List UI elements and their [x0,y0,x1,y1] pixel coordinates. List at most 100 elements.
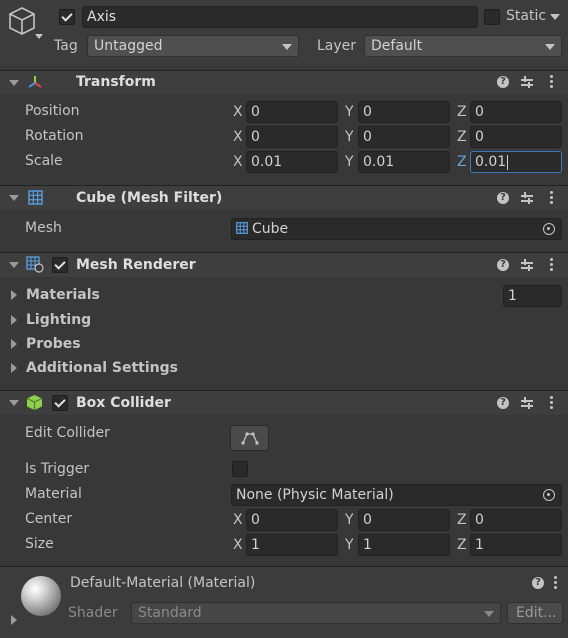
position-y-axis-label[interactable]: Y [345,104,354,120]
position-x-field[interactable]: 0 [246,101,338,123]
center-y-axis-label[interactable]: Y [345,512,354,528]
rotation-x-axis-label[interactable]: X [233,129,243,145]
rotation-y-axis-label[interactable]: Y [345,129,354,145]
kebab-menu-icon[interactable] [550,396,553,411]
center-z-axis-label[interactable]: Z [457,512,467,528]
scale-x-axis-label[interactable]: X [233,154,243,170]
presets-icon[interactable] [521,259,533,271]
rotation-y-field[interactable]: 0 [358,126,450,148]
shader-dropdown[interactable]: Standard [131,602,501,624]
size-x-axis-label[interactable]: X [233,537,243,553]
tag-dropdown[interactable]: Untagged [87,35,299,57]
collider-material-field[interactable]: None (Physic Material) [231,484,562,506]
transform-title: Transform [76,74,156,90]
position-z-field[interactable]: 0 [470,101,562,123]
box-collider-title: Box Collider [76,395,171,411]
kebab-menu-icon[interactable] [550,258,553,273]
help-icon[interactable]: ? [497,259,509,271]
static-label[interactable]: Static [506,8,546,24]
active-toggle[interactable] [59,9,75,25]
center-x-axis-label[interactable]: X [233,512,243,528]
layer-label: Layer [317,38,357,54]
is-trigger-checkbox[interactable] [232,461,248,477]
edit-collider-button[interactable] [230,425,269,451]
size-y-field[interactable]: 1 [358,534,450,556]
static-dropdown-arrow-icon[interactable] [550,14,560,20]
material-preview-sphere [21,576,61,616]
rotation-z-field[interactable]: 0 [470,126,562,148]
kebab-menu-icon[interactable] [554,576,557,591]
presets-icon[interactable] [521,192,533,204]
position-z-axis-label[interactable]: Z [457,104,467,120]
rotation-x-field[interactable]: 0 [246,126,338,148]
size-x-field[interactable]: 1 [246,534,338,556]
size-y-axis-label[interactable]: Y [345,537,354,553]
center-y-field[interactable]: 0 [358,509,450,531]
probes-section[interactable]: Probes [26,336,81,352]
transform-axis-icon [28,76,42,88]
center-z-field[interactable]: 0 [470,509,562,531]
rotation-label: Rotation [25,128,84,144]
mesh-label: Mesh [25,220,62,236]
center-x-field[interactable]: 0 [246,509,338,531]
center-label: Center [25,511,73,527]
mesh-renderer-fold-icon[interactable] [9,262,19,268]
presets-icon[interactable] [521,76,533,88]
chevron-down-icon [282,44,292,50]
object-picker-icon[interactable] [543,489,555,501]
additional-settings-fold-icon[interactable] [11,363,17,373]
position-y-field[interactable]: 0 [358,101,450,123]
transform-fold-icon[interactable] [9,80,19,86]
chevron-down-icon [545,44,555,50]
materials-section[interactable]: Materials [26,287,100,303]
tag-label: Tag [54,38,78,54]
static-toggle[interactable] [484,9,500,25]
icon-dropdown-arrow-icon[interactable] [35,34,43,39]
box-collider-enabled-toggle[interactable] [52,395,68,411]
help-icon[interactable]: ? [497,192,509,204]
mesh-value: Cube [252,221,289,237]
text-caret [507,154,509,170]
box-collider-fold-icon[interactable] [9,400,19,406]
is-trigger-label: Is Trigger [25,461,90,477]
object-name-field[interactable]: Axis [82,6,478,28]
scale-y-field[interactable]: 0.01 [358,151,450,173]
additional-settings-section[interactable]: Additional Settings [26,360,178,376]
scale-x-field[interactable]: 0.01 [246,151,338,173]
scale-z-field[interactable]: 0.01 [470,151,562,173]
mesh-object-field[interactable]: Cube [231,218,562,240]
probes-fold-icon[interactable] [11,339,17,349]
material-fold-icon[interactable] [11,615,17,625]
collider-material-label: Material [25,486,82,502]
mesh-filter-fold-icon[interactable] [9,195,19,201]
mesh-filter-title: Cube (Mesh Filter) [76,190,223,206]
layer-value: Default [371,38,423,54]
position-x-axis-label[interactable]: X [233,104,243,120]
size-z-field[interactable]: 1 [470,534,562,556]
help-icon[interactable]: ? [532,577,544,589]
shader-edit-button[interactable]: Edit... [507,602,563,624]
help-icon[interactable]: ? [497,397,509,409]
chevron-down-icon [484,611,494,617]
size-z-axis-label[interactable]: Z [457,537,467,553]
materials-fold-icon[interactable] [11,290,17,300]
mesh-renderer-enabled-toggle[interactable] [52,257,68,273]
materials-count-field[interactable]: 1 [503,285,562,307]
presets-icon[interactable] [521,397,533,409]
help-icon[interactable]: ? [497,76,509,88]
position-label: Position [25,103,80,119]
scale-z-axis-label[interactable]: Z [457,154,467,170]
kebab-menu-icon[interactable] [550,75,553,90]
rotation-z-axis-label[interactable]: Z [457,129,467,145]
material-title: Default-Material (Material) [70,575,256,591]
lighting-fold-icon[interactable] [11,315,17,325]
scale-y-axis-label[interactable]: Y [345,154,354,170]
shader-label: Shader [68,605,118,621]
object-picker-icon[interactable] [543,223,555,235]
size-label: Size [25,536,54,552]
layer-dropdown[interactable]: Default [364,35,562,57]
kebab-menu-icon[interactable] [550,191,553,206]
lighting-section[interactable]: Lighting [26,312,91,328]
gameobject-cube-icon[interactable] [8,6,36,36]
edit-collider-label: Edit Collider [25,425,110,441]
